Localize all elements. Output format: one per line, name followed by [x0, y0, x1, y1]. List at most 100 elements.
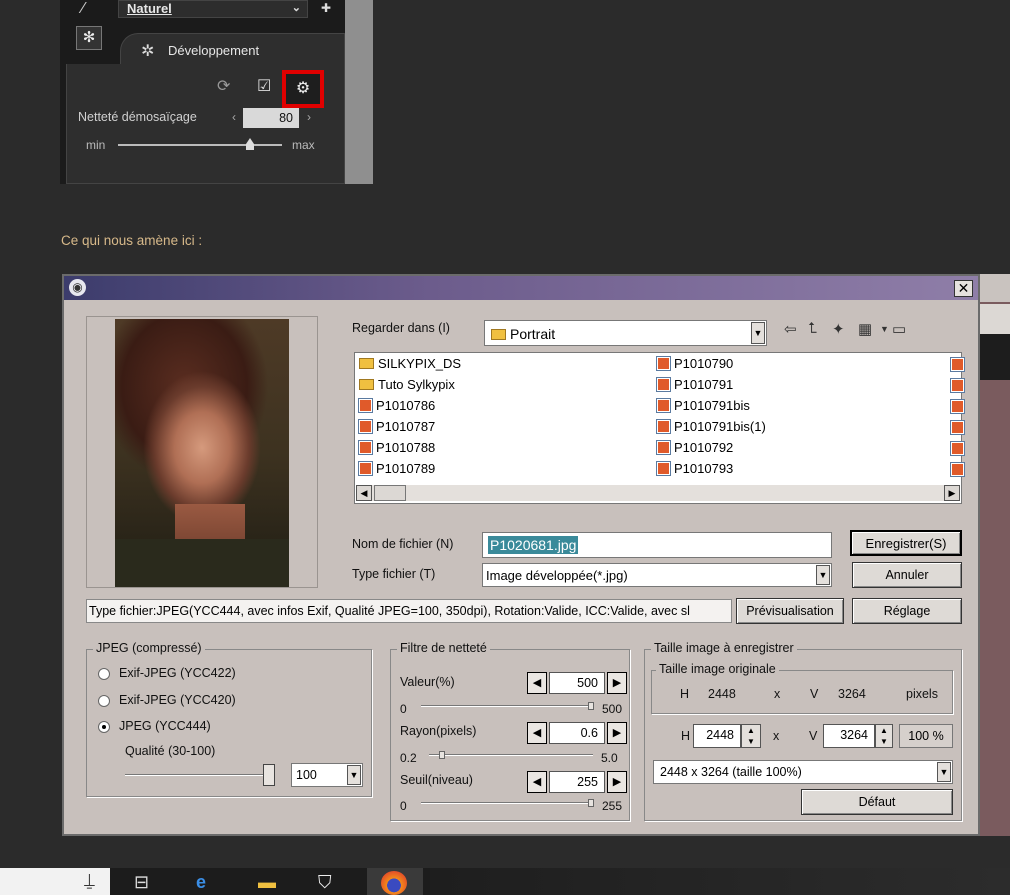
close-button[interactable]: ✕ — [954, 280, 973, 297]
decrease-arrow-icon[interactable]: ‹ — [232, 110, 236, 124]
chevron-down-icon[interactable]: ▼ — [751, 322, 765, 344]
image-file-icon[interactable] — [950, 462, 965, 477]
list-item[interactable]: P1010791bis — [656, 398, 750, 413]
scroll-thumb[interactable] — [374, 485, 406, 501]
save-development-button[interactable]: ⚙ — [282, 70, 324, 108]
threshold-increase-button[interactable]: ▶ — [607, 771, 627, 793]
increase-arrow-icon[interactable]: › — [307, 110, 311, 124]
value-decrease-button[interactable]: ◀ — [527, 672, 547, 694]
list-item[interactable]: Tuto Sylkypix — [359, 377, 455, 392]
firefox-icon — [381, 871, 407, 895]
default-button[interactable]: Défaut — [801, 789, 953, 815]
radius-slider-track[interactable] — [429, 754, 593, 756]
task-view-icon[interactable]: ⊟ — [134, 872, 149, 893]
refresh-icon[interactable]: ⟳ — [217, 76, 230, 96]
folder-icon[interactable]: ▭ — [892, 320, 906, 338]
up-folder-icon[interactable]: ⮤ — [808, 320, 817, 337]
quality-select[interactable]: 100 ▼ — [291, 763, 363, 787]
list-item[interactable]: P1010792 — [656, 440, 733, 455]
list-item[interactable]: P1010787 — [358, 419, 435, 434]
store-icon[interactable]: ⛉ — [318, 872, 332, 893]
search-box[interactable]: ⍊ — [0, 868, 110, 895]
filename-input[interactable]: P1020681.jpg — [482, 532, 832, 558]
preset-select[interactable]: Naturel ⌄ — [118, 0, 308, 18]
radio-jpeg-444[interactable] — [98, 721, 110, 733]
quality-slider-track[interactable] — [125, 774, 265, 776]
sharpen-value-field[interactable]: 500 — [549, 672, 605, 694]
radius-max: 5.0 — [601, 751, 618, 765]
option-exif-420[interactable]: Exif-JPEG (YCC420) — [119, 693, 236, 707]
threshold-slider-track[interactable] — [421, 802, 593, 804]
dialog-titlebar[interactable]: ◉ ✕ — [64, 276, 978, 300]
save-button[interactable]: Enregistrer(S) — [850, 530, 962, 556]
plus-icon[interactable]: ✚ — [321, 1, 331, 15]
microphone-icon[interactable]: ⍊ — [84, 870, 95, 891]
list-item[interactable]: P1010786 — [358, 398, 435, 413]
value-slider-track[interactable] — [421, 705, 593, 707]
image-file-icon[interactable] — [950, 357, 965, 372]
tab-developpement[interactable]: ✲ Développement — [120, 33, 345, 67]
image-file-icon[interactable] — [950, 441, 965, 456]
edge-icon[interactable]: e — [196, 872, 206, 893]
h-spinner[interactable]: ▲ ▼ — [741, 724, 761, 748]
orig-v-label: V — [810, 687, 819, 701]
dropdown-icon[interactable]: ▼ — [880, 324, 889, 334]
lookin-select[interactable]: Portrait ▼ — [484, 320, 767, 346]
view-menu-icon[interactable]: ▦ — [858, 320, 872, 338]
file-list[interactable]: SILKYPIX_DS Tuto Sylkypix P1010786 P1010787… — [354, 352, 965, 504]
orig-h-value: 2448 — [708, 687, 736, 701]
quality-slider-thumb[interactable] — [263, 764, 275, 786]
value-slider-thumb[interactable] — [588, 702, 594, 710]
new-folder-icon[interactable]: ✦ — [832, 320, 845, 338]
gear-icon[interactable]: ✻ — [76, 26, 102, 50]
panel-scrollbar[interactable] — [345, 0, 373, 184]
list-item[interactable]: P1010791 — [656, 377, 733, 392]
chevron-down-icon[interactable]: ▼ — [816, 565, 830, 585]
option-exif-422[interactable]: Exif-JPEG (YCC422) — [119, 666, 236, 680]
scroll-left-icon[interactable]: ◀ — [356, 485, 372, 501]
file-explorer-icon[interactable]: ▬ — [258, 872, 276, 893]
list-item[interactable]: SILKYPIX_DS — [359, 356, 461, 371]
list-item[interactable]: P1010790 — [656, 356, 733, 371]
value-increase-button[interactable]: ▶ — [607, 672, 627, 694]
chevron-down-icon[interactable]: ▼ — [937, 762, 951, 782]
radius-decrease-button[interactable]: ◀ — [527, 722, 547, 744]
slider-min-label: min — [86, 138, 106, 152]
threshold-decrease-button[interactable]: ◀ — [527, 771, 547, 793]
filetype-select[interactable]: Image développée(*.jpg) ▼ — [482, 563, 832, 587]
brush-icon: ⁄ — [82, 0, 85, 17]
list-item[interactable]: P1010788 — [358, 440, 435, 455]
radius-slider-thumb[interactable] — [439, 751, 445, 759]
settings-button[interactable]: Réglage — [852, 598, 962, 624]
v-spinner[interactable]: ▲ ▼ — [875, 724, 893, 748]
list-item[interactable]: P1010791bis(1) — [656, 419, 766, 434]
image-file-icon[interactable] — [950, 399, 965, 414]
v-field[interactable]: 3264 — [823, 724, 875, 748]
image-file-icon[interactable] — [950, 378, 965, 393]
radio-exif-420[interactable] — [98, 695, 110, 707]
threshold-slider-thumb[interactable] — [588, 799, 594, 807]
threshold-field[interactable]: 255 — [549, 771, 605, 793]
checkbox-icon[interactable]: ☑ — [257, 76, 271, 96]
radius-increase-button[interactable]: ▶ — [607, 722, 627, 744]
list-item[interactable]: P1010793 — [656, 461, 733, 476]
radio-exif-422[interactable] — [98, 668, 110, 680]
image-file-icon[interactable] — [950, 420, 965, 435]
list-item-label: Tuto Sylkypix — [378, 377, 455, 392]
size-x: x — [773, 729, 780, 743]
firefox-taskbar-button[interactable] — [367, 868, 423, 895]
sharpness-slider-track[interactable] — [118, 144, 282, 146]
chevron-down-icon[interactable]: ▼ — [347, 765, 361, 785]
horizontal-scrollbar[interactable]: ◀ ▶ — [356, 485, 960, 501]
list-item[interactable]: P1010789 — [358, 461, 435, 476]
sharpness-value[interactable]: 80 — [243, 108, 299, 128]
scroll-right-icon[interactable]: ▶ — [944, 485, 960, 501]
option-jpeg-444[interactable]: JPEG (YCC444) — [119, 719, 211, 733]
back-icon[interactable]: ⇦ — [784, 320, 797, 338]
image-file-icon — [656, 398, 671, 413]
h-field[interactable]: 2448 — [693, 724, 741, 748]
preview-button[interactable]: Prévisualisation — [736, 598, 844, 624]
cancel-button[interactable]: Annuler — [852, 562, 962, 588]
size-preset-select[interactable]: 2448 x 3264 (taille 100%) ▼ — [653, 760, 953, 784]
radius-field[interactable]: 0.6 — [549, 722, 605, 744]
